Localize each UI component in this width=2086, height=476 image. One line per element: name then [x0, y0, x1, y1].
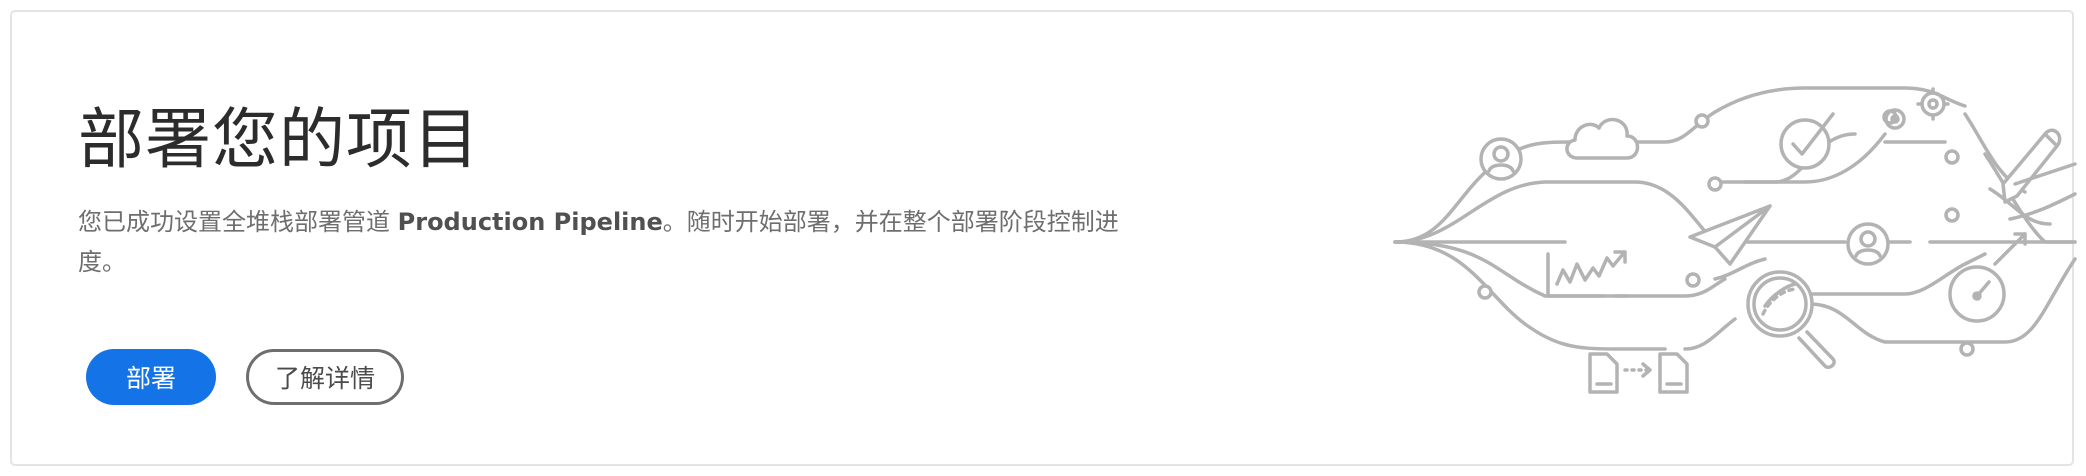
magnifier-icon: [1746, 270, 1836, 370]
chart-icon: [1546, 250, 1632, 298]
paper-plane-icon: [1688, 204, 1772, 266]
deploy-button[interactable]: 部署: [86, 349, 216, 405]
user-icon-right: [1846, 222, 1890, 266]
page-title: 部署您的项目: [78, 101, 480, 178]
user-icon: [1479, 137, 1523, 181]
description-text: 您已成功设置全堆栈部署管道: [78, 208, 398, 236]
cloud-icon: [1565, 117, 1640, 160]
hero-content: 部署您的项目 您已成功设置全堆栈部署管道 Production Pipeline…: [78, 96, 1158, 282]
speedometer-icon: [1948, 232, 2027, 323]
learn-more-button[interactable]: 了解详情: [246, 349, 404, 405]
document-icon: [1588, 352, 1689, 394]
hero-description: 您已成功设置全堆栈部署管道 Production Pipeline。随时开始部署…: [78, 202, 1138, 282]
gears-icon: [1884, 87, 1950, 130]
action-buttons: 部署 了解详情: [86, 349, 404, 405]
pipeline-name: Production Pipeline: [397, 208, 663, 236]
checkmark-icon: [1779, 112, 1835, 170]
pipeline-illustration: [1393, 86, 2077, 394]
